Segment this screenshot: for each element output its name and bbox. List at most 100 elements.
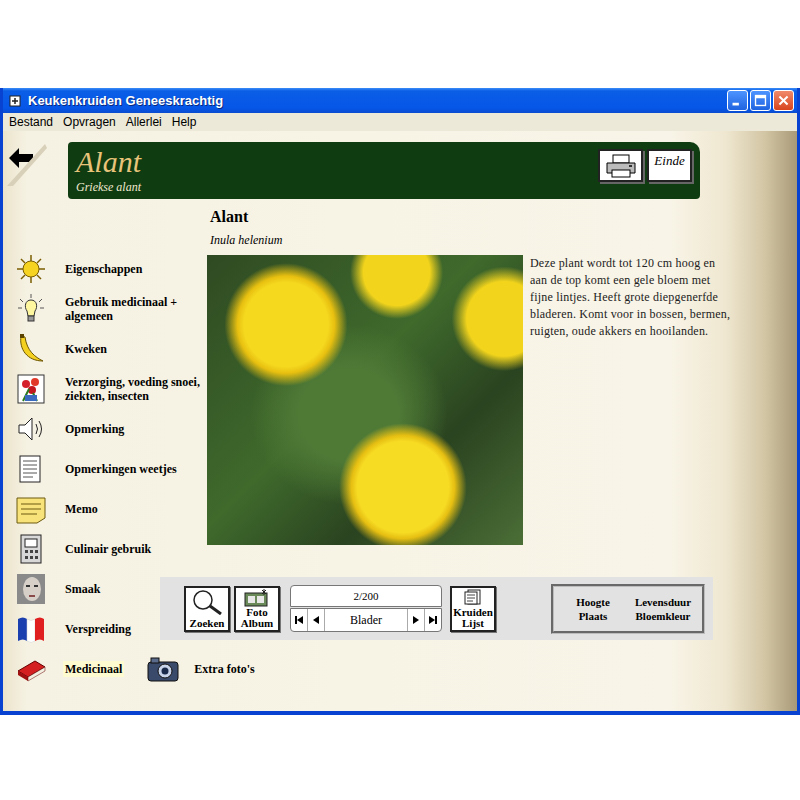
sidebar-icon-box bbox=[15, 533, 47, 565]
search-label: Zoeken bbox=[190, 618, 225, 629]
menu-item[interactable]: Opvragen bbox=[63, 115, 116, 129]
back-button[interactable] bbox=[7, 142, 68, 186]
redbook-icon bbox=[15, 653, 47, 685]
maximize-button[interactable] bbox=[750, 90, 771, 111]
magnifier-icon bbox=[189, 589, 225, 615]
navigator-row: Blader bbox=[290, 608, 442, 632]
sidebar-icon-box bbox=[15, 453, 47, 485]
sidebar-row: Kweken bbox=[13, 331, 207, 367]
menu-item[interactable]: Bestand bbox=[9, 115, 53, 129]
notes-icon bbox=[15, 453, 47, 485]
plant-photo bbox=[207, 255, 523, 545]
last-record-button[interactable] bbox=[424, 609, 441, 631]
sidebar-item[interactable]: Kweken bbox=[15, 333, 109, 365]
window-controls bbox=[727, 90, 794, 111]
sidebar-icon-box bbox=[15, 293, 47, 325]
herb-list-button[interactable]: Kruiden Lijst bbox=[450, 586, 496, 632]
sidebar-item[interactable]: Verspreiding bbox=[15, 613, 133, 645]
sidebar-label: Smaak bbox=[63, 581, 102, 597]
menu-item[interactable]: Help bbox=[172, 115, 197, 129]
window-title: Keukenkruiden Geneeskrachtig bbox=[28, 93, 721, 108]
photo-album-button[interactable]: Foto Album bbox=[234, 586, 280, 632]
filter-option[interactable]: Bloemkleur bbox=[628, 610, 698, 622]
next-icon bbox=[411, 615, 421, 625]
minimize-icon bbox=[728, 91, 747, 110]
flag-icon bbox=[15, 613, 47, 645]
minimize-button[interactable] bbox=[727, 90, 748, 111]
sidebar-row: Gebruik medicinaal + algemeen bbox=[13, 291, 207, 327]
sidebar-icon-box bbox=[15, 613, 47, 645]
banner-text: Alant Griekse alant bbox=[76, 146, 141, 195]
end-button[interactable]: Einde bbox=[647, 149, 692, 182]
print-button[interactable] bbox=[598, 149, 643, 182]
filter-option[interactable]: Hoogte bbox=[558, 596, 628, 608]
desktop-area bbox=[0, 0, 800, 88]
sidebar-item[interactable]: Gebruik medicinaal + algemeen bbox=[15, 293, 207, 325]
sidebar-item[interactable]: Smaak bbox=[15, 573, 102, 605]
memo-icon bbox=[15, 493, 47, 525]
sidebar-icon-box bbox=[15, 653, 47, 685]
sidebar-icon-box bbox=[15, 493, 47, 525]
toolbar: Zoeken Foto Album 2/200Blader Kruiden Lijst… bbox=[160, 577, 713, 640]
last-icon bbox=[428, 615, 438, 625]
sidebar-row: Verzorging, voeding snoei, ziekten, inse… bbox=[13, 371, 207, 407]
sidebar-label: Medicinaal bbox=[63, 661, 124, 677]
media-row: Deze plant wordt tot 120 cm hoog en aan … bbox=[207, 255, 797, 545]
sidebar-icon-box bbox=[15, 373, 47, 405]
filter-option[interactable]: Levensduur bbox=[628, 596, 698, 608]
sidebar-item[interactable]: Memo bbox=[15, 493, 100, 525]
banner-buttons: Einde bbox=[598, 146, 692, 182]
sidebar-label: Verspreiding bbox=[63, 621, 133, 637]
photo-album-icon bbox=[242, 589, 272, 607]
sidebar-label: Eigenschappen bbox=[63, 261, 144, 277]
sidebar-icon-box bbox=[15, 253, 47, 285]
close-button[interactable] bbox=[773, 90, 794, 111]
record-navigator: 2/200Blader bbox=[290, 585, 442, 632]
app-icon bbox=[8, 94, 22, 108]
sidebar-icon-box bbox=[15, 333, 47, 365]
face-icon bbox=[15, 573, 47, 605]
sidebar-label: Opmerking bbox=[63, 421, 126, 437]
sidebar-item[interactable]: Opmerking bbox=[15, 413, 126, 445]
sidebar-label: Gebruik medicinaal + algemeen bbox=[63, 294, 207, 324]
sidebar-row: Eigenschappen bbox=[13, 251, 207, 287]
header-row: Alant Griekse alant Einde bbox=[3, 131, 797, 199]
menu-item[interactable]: Allerlei bbox=[126, 115, 162, 129]
sidebar-row: Opmerking bbox=[13, 411, 207, 447]
banner-subtitle: Griekse alant bbox=[76, 180, 141, 195]
sidebar-label: Culinair gebruik bbox=[63, 541, 153, 557]
record-counter: 2/200 bbox=[290, 585, 442, 607]
sidebar-label: Opmerkingen weetjes bbox=[63, 461, 179, 477]
back-arrow-icon bbox=[7, 142, 47, 186]
sidebar-item[interactable]: Culinair gebruik bbox=[15, 533, 153, 565]
flowers-icon bbox=[15, 373, 47, 405]
book-page: Alant Griekse alant Einde Eigenschappen Gebr… bbox=[3, 131, 797, 711]
first-record-button[interactable] bbox=[291, 609, 308, 631]
sidebar-item[interactable]: Verzorging, voeding snoei, ziekten, inse… bbox=[15, 373, 207, 405]
app-window: Keukenkruiden Geneeskrachtig Bestand Opvra… bbox=[0, 88, 800, 715]
extra-photos-link[interactable]: Extra foto's bbox=[146, 655, 254, 683]
screen: Keukenkruiden Geneeskrachtig Bestand Opvra… bbox=[0, 0, 800, 800]
search-button[interactable]: Zoeken bbox=[184, 586, 230, 632]
next-record-button[interactable] bbox=[407, 609, 424, 631]
plant-description: Deze plant wordt tot 120 cm hoog en aan … bbox=[530, 255, 735, 340]
photo-album-label: Foto Album bbox=[236, 607, 278, 629]
sidebar-label: Memo bbox=[63, 501, 100, 517]
sidebar-item[interactable]: Medicinaal bbox=[15, 653, 124, 685]
maximize-icon bbox=[751, 91, 770, 110]
book-icon bbox=[15, 533, 47, 565]
sun-icon bbox=[15, 253, 47, 285]
extra-photos-label: Extra foto's bbox=[194, 662, 254, 677]
herb-list-label: Kruiden Lijst bbox=[452, 607, 494, 629]
previous-record-button[interactable] bbox=[308, 609, 325, 631]
sidebar-row: Memo bbox=[13, 491, 207, 527]
sidebar-item[interactable]: Eigenschappen bbox=[15, 253, 144, 285]
sidebar-item[interactable]: Opmerkingen weetjes bbox=[15, 453, 179, 485]
filter-box: HoogteLevensduurPlaatsBloemkleur bbox=[551, 584, 705, 634]
banner-title: Alant bbox=[76, 146, 141, 178]
filter-option[interactable]: Plaats bbox=[558, 610, 628, 622]
previous-icon bbox=[311, 615, 321, 625]
sidebar-icon-box bbox=[15, 413, 47, 445]
plant-latin-name: Inula helenium bbox=[210, 233, 797, 248]
sidebar-row: MedicinaalExtra foto's bbox=[13, 651, 207, 687]
